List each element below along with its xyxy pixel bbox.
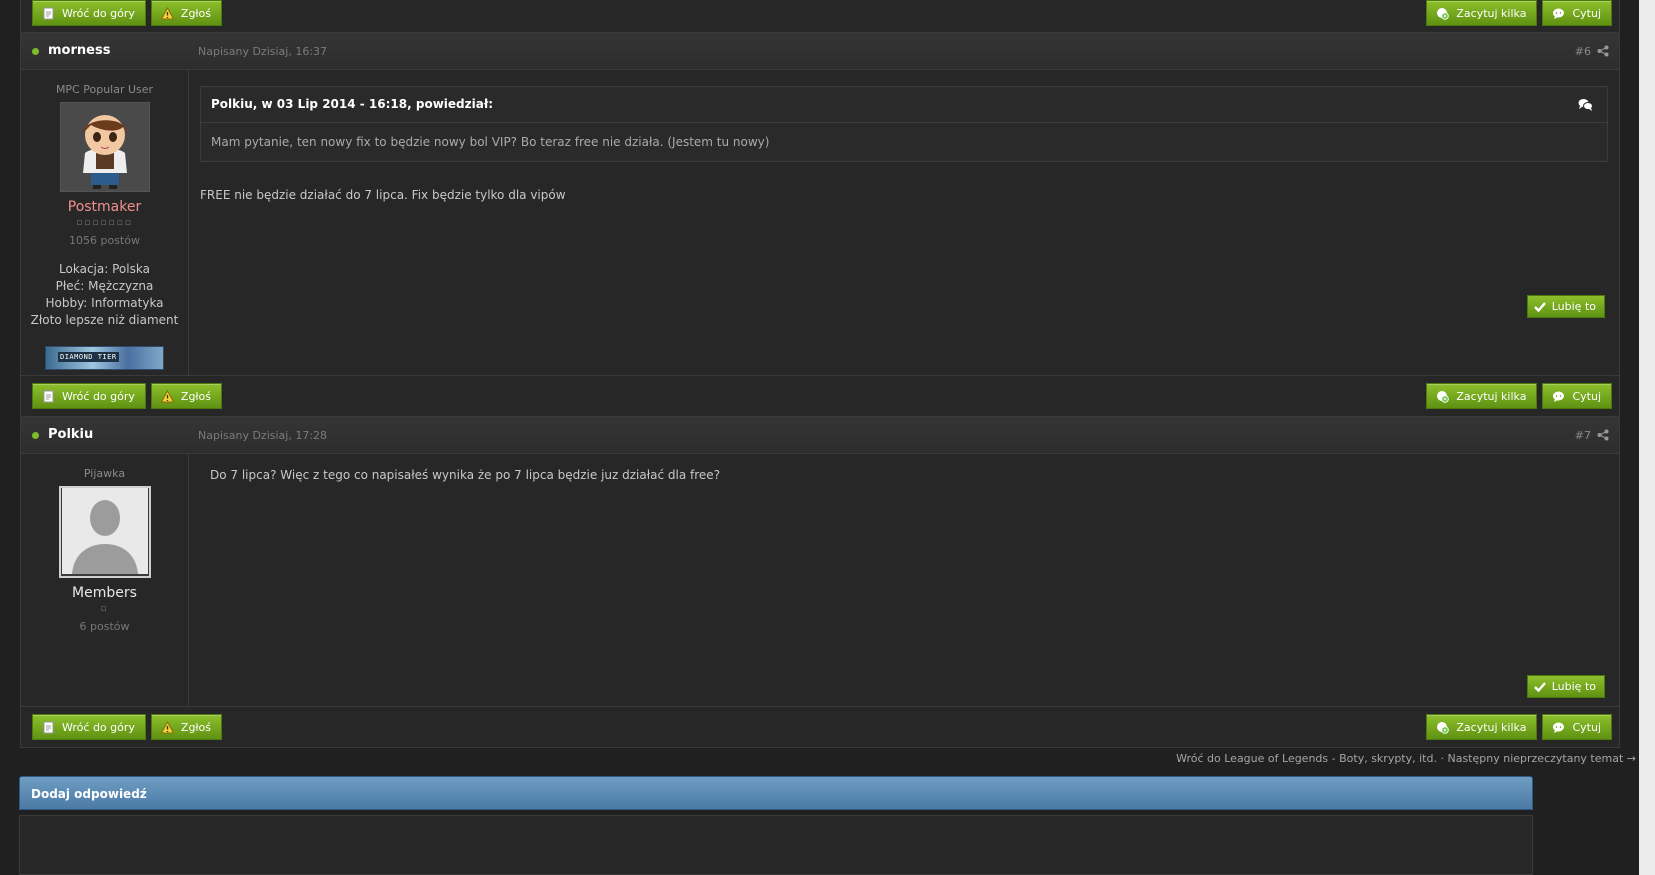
reply-editor-area[interactable] [19, 815, 1533, 875]
default-avatar-icon [61, 488, 148, 574]
post-message: Do 7 lipca? Więc z tego co napisałeś wyn… [210, 468, 721, 482]
profile-fields: Lokacja: Polska Płeć: Mężczyzna Hobby: I… [21, 261, 188, 329]
field-gender: Płeć: Mężczyzna [55, 279, 154, 293]
user-rank: Postmaker [67, 199, 142, 215]
diamond-tier-badge: DIAMOND TIER [45, 346, 164, 370]
user-info-panel: Pijawka Members ▫ 6 postów [21, 454, 189, 706]
share-icon[interactable] [1597, 45, 1609, 57]
field-location: Lokacja: Polska [59, 262, 150, 276]
report-button[interactable]: Zgłoś [150, 0, 223, 26]
field-hobby: Hobby: Informatyka [45, 296, 164, 310]
warning-icon [160, 389, 174, 402]
post-author[interactable]: morness [48, 43, 110, 58]
cartoon-avatar-icon [60, 103, 149, 191]
back-to-top-button[interactable]: Wróć do góry [32, 0, 146, 26]
quote-text: Mam pytanie, ten nowy fix to będzie nowy… [211, 135, 770, 149]
quote-citation: Polkiu, w 03 Lip 2014 - 16:18, powiedzia… [211, 97, 494, 111]
like-button[interactable]: Lubię to [1526, 675, 1605, 698]
speech-bubble-icon [1553, 722, 1565, 733]
report-button[interactable]: Zgłoś [150, 714, 223, 740]
user-rank: Members [72, 585, 137, 601]
checkmark-icon [1533, 681, 1546, 692]
speech-bubble-icon [1553, 391, 1565, 402]
comments-icon [1578, 99, 1593, 111]
post-date: Napisany Dzisiaj, 16:37 [198, 45, 328, 58]
warning-icon [160, 720, 174, 733]
quote-block: Polkiu, w 03 Lip 2014 - 16:18, powiedzia… [200, 86, 1608, 162]
post-header: morness Napisany Dzisiaj, 16:37 #6 [21, 33, 1619, 70]
post-number-link[interactable]: #6 [1575, 45, 1591, 58]
add-reply-title: Dodaj odpowiedź [31, 787, 147, 801]
report-button[interactable]: Zgłoś [150, 383, 223, 409]
topic-navigation: Wróć do League of Legends - Boty, skrypt… [1176, 752, 1636, 765]
page-scrollbar[interactable] [1639, 0, 1655, 875]
warning-icon [160, 6, 174, 19]
quote-button[interactable]: Cytuj [1542, 0, 1612, 26]
online-status-icon [32, 432, 39, 439]
post-body: Pijawka Members ▫ 6 postów Do 7 lipca? W… [21, 454, 1619, 706]
back-to-forum-link[interactable]: Wróć do League of Legends - Boty, skrypt… [1176, 752, 1437, 765]
multi-quote-icon [1437, 721, 1450, 734]
multi-quote-button[interactable]: Zacytuj kilka [1426, 383, 1538, 409]
back-to-top-button[interactable]: Wróć do góry [32, 714, 146, 740]
avatar[interactable] [58, 486, 151, 578]
online-status-icon [32, 48, 39, 55]
page-icon [43, 7, 54, 19]
back-to-top-button[interactable]: Wróć do góry [32, 383, 146, 409]
post-content: Do 7 lipca? Więc z tego co napisałeś wyn… [189, 454, 1619, 706]
user-title: Pijawka [83, 467, 126, 480]
post-7-action-bar: Wróć do góry Zgłoś Zacytuj kilka Cytuj [20, 706, 1620, 748]
share-icon[interactable] [1597, 429, 1609, 441]
post-6: morness Napisany Dzisiaj, 16:37 #6 MPC P… [20, 33, 1620, 375]
page-icon [43, 721, 54, 733]
quote-header: Polkiu, w 03 Lip 2014 - 16:18, powiedzia… [201, 87, 1607, 123]
quote-button[interactable]: Cytuj [1542, 383, 1612, 409]
post-content: Polkiu, w 03 Lip 2014 - 16:18, powiedzia… [189, 70, 1619, 375]
avatar[interactable] [59, 102, 150, 192]
post-count: 6 postów [79, 620, 130, 633]
next-unread-topic-link[interactable]: Następny nieprzeczytany temat → [1447, 752, 1636, 765]
post-7: Polkiu Napisany Dzisiaj, 17:28 #7 Pijawk… [20, 417, 1620, 706]
post-count: 1056 postów [69, 234, 140, 247]
post-6-action-bar: Wróć do góry Zgłoś Zacytuj kilka Cytuj [20, 375, 1620, 417]
speech-bubble-icon [1553, 8, 1565, 19]
post-author[interactable]: Polkiu [48, 427, 93, 442]
field-motto: Złoto lepsze niż diament [30, 313, 179, 327]
post-body: MPC Popular User Postmaker ▫▫▫▫▫▫▫ 1056 … [21, 70, 1619, 375]
checkmark-icon [1533, 301, 1546, 312]
post-5-action-bar: Wróć do góry Zgłoś Zacytuj kilka Cytuj [20, 0, 1620, 33]
page-icon [43, 390, 54, 402]
user-title: MPC Popular User [55, 83, 154, 96]
user-info-panel: MPC Popular User Postmaker ▫▫▫▫▫▫▫ 1056 … [21, 70, 189, 375]
topic-page: Wróć do góry Zgłoś Zacytuj kilka Cytuj m… [20, 0, 1620, 748]
rank-pips: ▫▫▫▫▫▫▫ [76, 218, 133, 228]
like-button[interactable]: Lubię to [1526, 295, 1605, 318]
post-date: Napisany Dzisiaj, 17:28 [198, 429, 328, 442]
post-header: Polkiu Napisany Dzisiaj, 17:28 #7 [21, 417, 1619, 454]
add-reply-header[interactable]: Dodaj odpowiedź [19, 776, 1533, 810]
multi-quote-icon [1437, 7, 1450, 20]
multi-quote-icon [1437, 390, 1450, 403]
post-number-link[interactable]: #7 [1575, 429, 1591, 442]
rank-pips: ▫ [100, 604, 109, 614]
multi-quote-button[interactable]: Zacytuj kilka [1426, 0, 1538, 26]
quote-button[interactable]: Cytuj [1542, 714, 1612, 740]
post-message: FREE nie będzie działać do 7 lipca. Fix … [200, 188, 566, 202]
multi-quote-button[interactable]: Zacytuj kilka [1426, 714, 1538, 740]
